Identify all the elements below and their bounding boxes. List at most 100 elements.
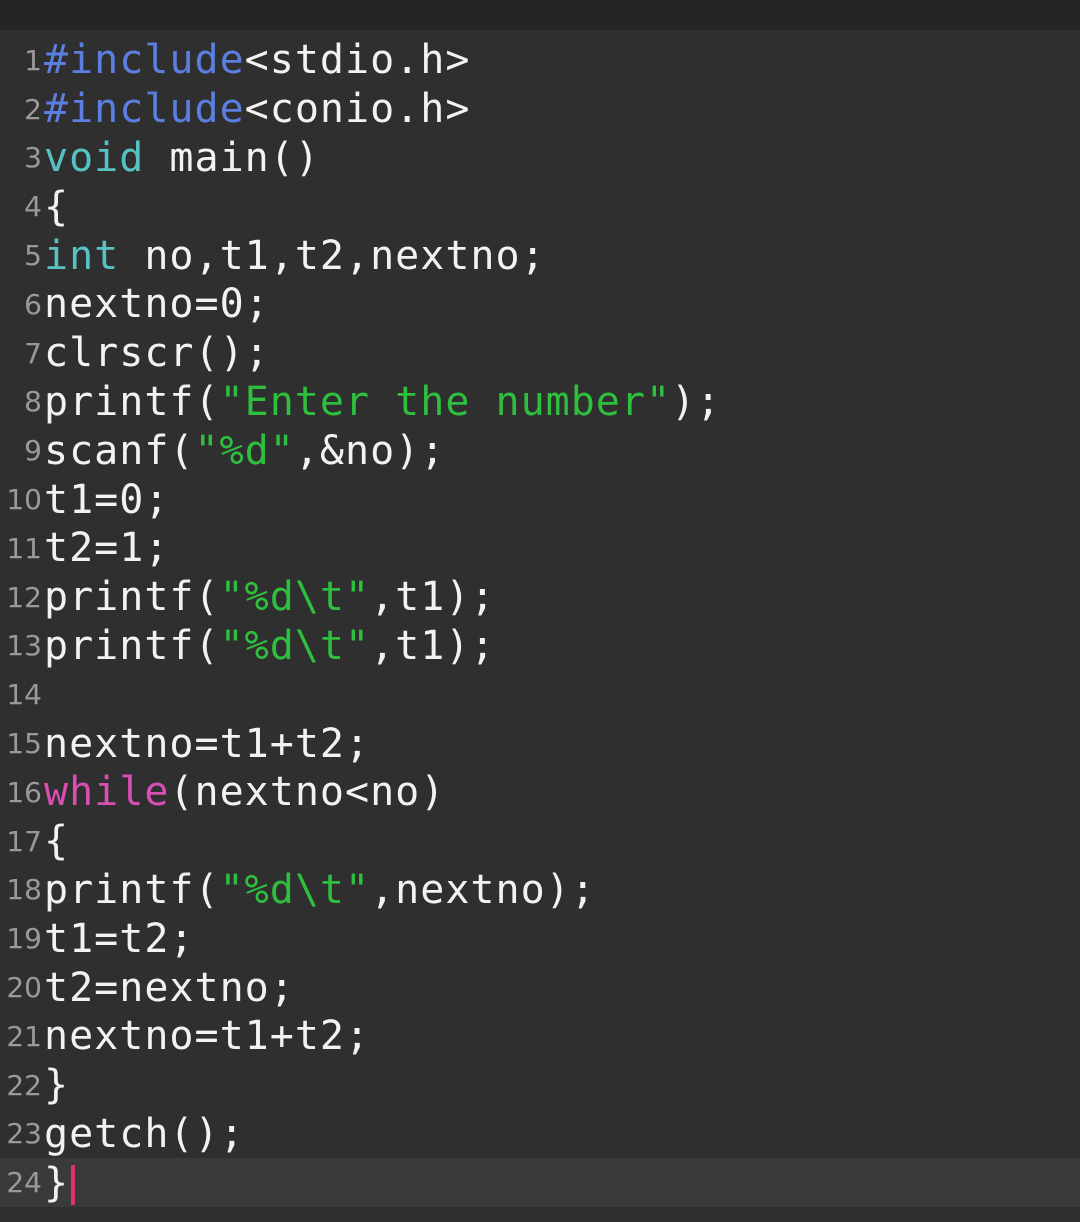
code-text[interactable]: t2=1; [44,525,1080,571]
code-text[interactable]: t1=0; [44,477,1080,523]
code-token-plain: printf( [44,622,220,669]
code-text[interactable]: printf("%d\t",t1); [44,623,1080,669]
code-line[interactable]: 22} [0,1061,1080,1110]
code-token-plain: nextno=t1+t2; [44,1013,371,1060]
code-token-plain: } [44,1159,70,1206]
line-number: 10 [6,483,42,517]
code-token-plain: ,t1); [370,622,496,669]
code-token-plain: { [44,183,70,230]
line-number: 18 [6,873,42,907]
line-number: 4 [24,190,42,224]
code-text[interactable]: } [44,1160,1080,1206]
code-token-plain: t2=nextno; [44,964,295,1011]
code-token-plain: no,t1,t2,nextno; [119,232,546,279]
code-line[interactable]: 15 nextno=t1+t2; [0,719,1080,768]
line-number: 24 [6,1166,42,1200]
code-text[interactable]: void main() [44,135,1080,181]
line-number: 21 [6,1019,42,1053]
line-number: 7 [24,336,42,370]
line-number: 14 [6,678,42,712]
code-token-plain: printf( [44,378,220,425]
code-text[interactable]: getch(); [44,1111,1080,1157]
code-text[interactable]: clrscr(); [44,330,1080,376]
code-token-plain: t2=1; [44,525,170,572]
code-line[interactable]: 23 getch(); [0,1110,1080,1159]
code-token-type: void [44,134,145,181]
code-editor[interactable]: 1 #include<stdio.h> 2 #include<conio.h> 3 voi… [0,36,1080,1222]
code-text[interactable]: nextno=t1+t2; [44,1013,1080,1059]
code-token-plain: ,nextno); [370,866,596,913]
code-token-plain: { [44,818,70,865]
code-line[interactable]: 20 t2=nextno; [0,963,1080,1012]
code-text[interactable]: } [44,1062,1080,1108]
code-token-plain: main() [144,134,320,181]
code-token-kw: while [44,769,170,816]
code-token-plain: nextno=0; [44,281,270,328]
line-number: 9 [24,434,42,468]
code-text[interactable]: t2=nextno; [44,965,1080,1011]
code-text[interactable]: printf("Enter the number"); [44,379,1080,425]
code-line[interactable]: 19 t1=t2; [0,914,1080,963]
line-number: 12 [6,580,42,614]
code-line[interactable]: 2 #include<conio.h> [0,85,1080,134]
line-number: 6 [24,287,42,321]
code-token-plain: scanf( [44,427,195,474]
code-token-plain: t1=0; [44,476,170,523]
code-line[interactable]: 3 void main() [0,134,1080,183]
code-text[interactable]: nextno=t1+t2; [44,721,1080,767]
code-line[interactable]: 12 printf("%d\t",t1); [0,573,1080,622]
code-text[interactable]: int no,t1,t2,nextno; [44,233,1080,279]
code-line[interactable]: 6 nextno=0; [0,280,1080,329]
code-text[interactable]: { [44,184,1080,230]
line-number: 13 [6,629,42,663]
code-token-plain: ,&no); [294,427,446,474]
code-line[interactable]: 8 printf("Enter the number"); [0,378,1080,427]
line-number: 2 [24,92,42,126]
code-line[interactable]: 13 printf("%d\t",t1); [0,622,1080,671]
code-token-type: int [44,232,120,279]
code-token-plain: <conio.h> [244,86,471,133]
code-text[interactable]: printf("%d\t",t1); [44,574,1080,620]
line-number: 5 [24,239,42,273]
code-token-plain: printf( [44,574,220,621]
code-line[interactable]: 18 printf("%d\t",nextno); [0,866,1080,915]
code-line[interactable]: 10 t1=0; [0,475,1080,524]
code-token-pre: #include [44,86,245,133]
code-line[interactable]: 14 [0,670,1080,719]
code-text[interactable]: #include<conio.h> [44,86,1080,132]
line-number: 20 [6,971,42,1005]
code-line[interactable]: 21 nextno=t1+t2; [0,1012,1080,1061]
code-line[interactable]: 9 scanf("%d",&no); [0,426,1080,475]
line-number: 1 [24,43,42,77]
line-number: 15 [6,727,42,761]
code-text[interactable]: t1=t2; [44,916,1080,962]
code-token-plain: getch(); [44,1110,245,1157]
line-number: 16 [6,775,42,809]
code-token-plain: printf( [44,866,220,913]
code-text[interactable]: #include<stdio.h> [44,37,1080,83]
code-text[interactable]: nextno=0; [44,281,1080,327]
line-number: 17 [6,824,42,858]
code-token-str: "%d" [194,427,295,474]
code-text[interactable]: while(nextno<no) [44,769,1080,815]
code-line[interactable]: 16 while(nextno<no) [0,768,1080,817]
text-cursor [71,1164,76,1205]
code-text[interactable]: scanf("%d",&no); [44,428,1080,474]
code-line[interactable]: 11 t2=1; [0,524,1080,573]
line-number: 19 [6,922,42,956]
code-token-plain: (nextno<no) [169,769,446,816]
code-line[interactable]: 4{ [0,182,1080,231]
line-number: 22 [6,1068,42,1102]
code-token-plain: nextno=t1+t2; [44,720,371,767]
code-token-plain: ,t1); [370,574,496,621]
code-line[interactable]: 24} [0,1158,1080,1208]
line-number: 11 [6,531,42,565]
code-token-pre: #include [44,37,245,84]
code-text[interactable]: { [44,818,1080,864]
code-line[interactable]: 7 clrscr(); [0,329,1080,378]
code-line[interactable]: 17{ [0,817,1080,866]
code-token-str: "%d\t" [219,574,371,621]
code-line[interactable]: 5 int no,t1,t2,nextno; [0,231,1080,280]
code-text[interactable]: printf("%d\t",nextno); [44,867,1080,913]
code-line[interactable]: 1 #include<stdio.h> [0,36,1080,85]
